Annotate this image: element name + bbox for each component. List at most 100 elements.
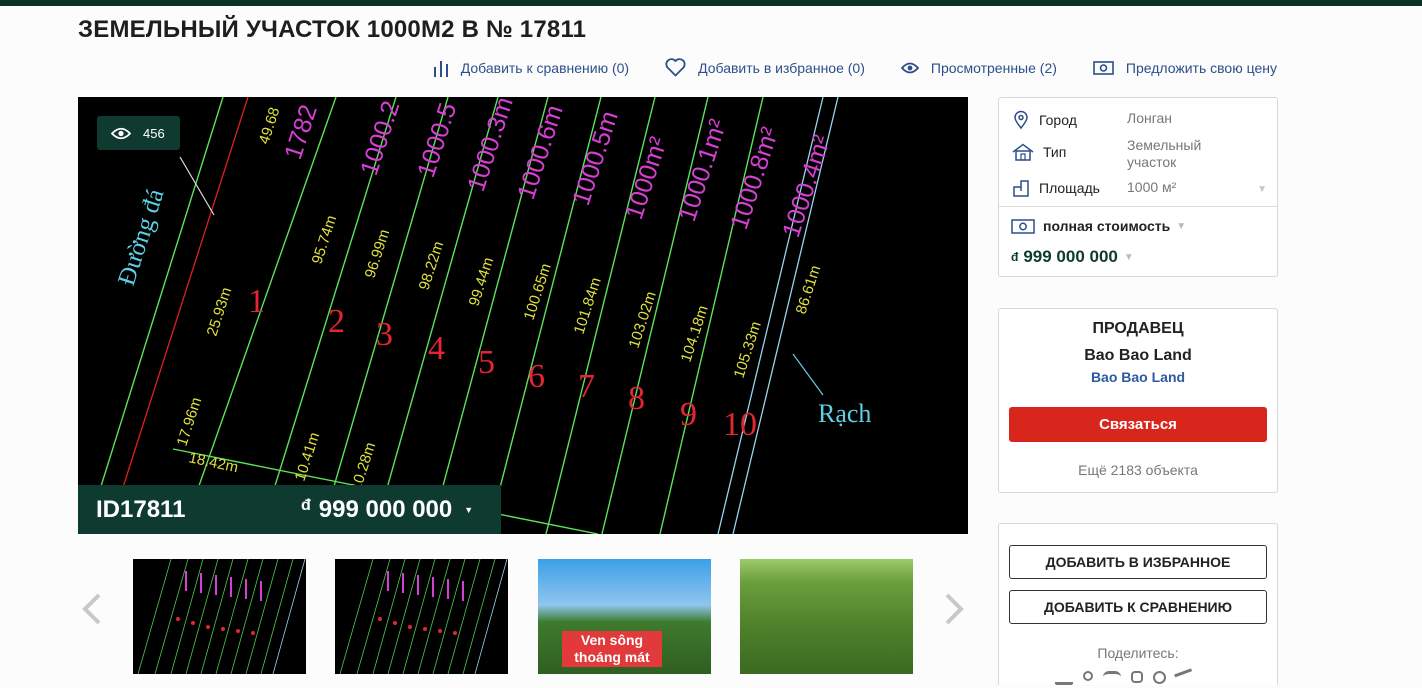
thumbnail-4[interactable] — [740, 559, 913, 674]
eye-icon — [111, 127, 131, 139]
property-info-card: Город Лонган Тип Земельный участок Площа… — [998, 97, 1278, 277]
lot-number: 1 — [248, 283, 265, 320]
banknote-icon — [1011, 218, 1035, 234]
plot-area-label: 1000.2 — [355, 97, 405, 178]
house-icon — [1012, 143, 1034, 161]
add-favorite-button[interactable]: ДОБАВИТЬ В ИЗБРАННОЕ — [1009, 545, 1267, 579]
floorplan-icon — [1013, 180, 1029, 197]
viewed-link-label: Просмотренные (2) — [930, 59, 1057, 76]
price-value: 999 000 000 — [318, 495, 453, 523]
plot-area-label: 1000.4m² — [777, 132, 836, 241]
views-counter: 456 — [97, 116, 180, 150]
compare-link-label: Добавить к сравнению (0) — [460, 59, 630, 76]
plot-map-image: 49.68 95.74m 96.99m 98.22m 99.44m 100.65… — [85, 97, 871, 534]
seller-more-objects[interactable]: Ещё 2183 объекта — [999, 462, 1277, 478]
info-label: Город — [1039, 112, 1077, 128]
info-label: Площадь — [1039, 180, 1100, 196]
thumbnail-1[interactable] — [133, 559, 306, 674]
currency-symbol: đ — [1011, 250, 1019, 264]
twitter-icon[interactable] — [1103, 671, 1121, 685]
plot-area-label: 1000.5 — [412, 99, 462, 180]
vk-icon[interactable] — [1055, 671, 1073, 685]
plot-length-label: 101.84m — [571, 275, 605, 336]
lot-number: 8 — [628, 380, 645, 417]
lot-number: 9 — [680, 396, 697, 433]
thumbnail-caption: Ven sông thoáng mát — [562, 631, 662, 667]
plot-length-label: 96.99m — [362, 227, 394, 280]
lot-number: 2 — [328, 303, 345, 340]
price-currency-select[interactable]: đ 999 000 000 ▼ — [1011, 247, 1134, 267]
page-title: ЗЕМЕЛЬНЫЙ УЧАСТОК 1000М2 В № 17811 — [78, 16, 587, 43]
plot-dimension-label: 18.42m — [187, 449, 239, 476]
thumbnail-3[interactable]: Ven sông thoáng mát — [538, 559, 711, 674]
plot-length-label: 49.68 — [256, 105, 284, 146]
thumbnail-strip: Ven sông thoáng mát — [78, 559, 968, 685]
plot-length-label: 86.61m — [793, 263, 825, 316]
seller-card: ПРОДАВЕЦ Bao Bao Land Bao Bao Land Связа… — [998, 308, 1278, 493]
location-pin-icon — [1014, 110, 1028, 130]
eye-icon — [900, 62, 919, 73]
main-photo[interactable]: 49.68 95.74m 96.99m 98.22m 99.44m 100.65… — [78, 97, 968, 534]
banknote-icon — [1093, 60, 1114, 75]
info-value: 1000 м² — [1127, 179, 1177, 195]
plot-area-label: 1000.3m — [462, 97, 519, 195]
price-value: 999 000 000 — [1023, 247, 1118, 266]
contact-button[interactable]: Связаться — [1009, 407, 1267, 442]
plot-dimension-label: 25.93m — [204, 285, 236, 338]
plot-length-label: 103.02m — [626, 289, 660, 350]
plot-area-label: 1000.6m — [512, 102, 569, 203]
seller-heading: ПРОДАВЕЦ — [1092, 320, 1184, 337]
listing-actions: Добавить к сравнению (0) Добавить в избр… — [397, 58, 1277, 77]
favorite-link-label: Добавить в избранное (0) — [698, 59, 865, 76]
compare-link[interactable]: Добавить к сравнению (0) — [433, 58, 629, 77]
lot-number: 5 — [478, 344, 495, 381]
plot-area-label: 1000.8m² — [725, 124, 784, 233]
heart-icon — [665, 58, 686, 77]
id-price-bar: ID17811 đ 999 000 000 ▼ — [78, 485, 501, 534]
plot-length-label: 98.22m — [416, 239, 448, 292]
favorite-link[interactable]: Добавить в избранное (0) — [665, 58, 865, 77]
viber-icon[interactable] — [1131, 671, 1143, 683]
seller-link[interactable]: Bao Bao Land — [999, 369, 1277, 385]
info-row-city: Город Лонган — [1011, 110, 1237, 130]
add-compare-button[interactable]: ДОБАВИТЬ К СРАВНЕНИЮ — [1009, 590, 1267, 624]
bar-chart-icon — [433, 60, 448, 77]
price-type-label: полная стоимость — [1043, 218, 1171, 234]
divider — [999, 206, 1277, 207]
currency-symbol: đ — [301, 496, 311, 514]
actions-card: ДОБАВИТЬ В ИЗБРАННОЕ ДОБАВИТЬ К СРАВНЕНИ… — [998, 523, 1278, 688]
views-count: 456 — [143, 125, 165, 141]
caret-down-icon[interactable]: ▼ — [1257, 184, 1267, 195]
whatsapp-icon[interactable] — [1153, 671, 1166, 684]
offer-price-link[interactable]: Предложить свою цену — [1093, 58, 1277, 77]
canal-label: Rạch — [818, 399, 871, 428]
thumbnail-2[interactable] — [335, 559, 508, 674]
lot-number: 6 — [528, 358, 545, 395]
plot-area-label: 1000.1m² — [673, 116, 732, 225]
lot-number: 4 — [428, 330, 445, 367]
share-label: Поделитесь: — [1097, 645, 1179, 661]
lot-number: 3 — [376, 316, 393, 353]
viewed-link[interactable]: Просмотренные (2) — [900, 58, 1057, 77]
lot-number: 7 — [578, 368, 595, 405]
info-value: Лонган — [1127, 110, 1173, 126]
top-bar — [0, 0, 1422, 6]
lot-number: 10 — [723, 406, 757, 443]
caret-down-icon: ▼ — [1176, 220, 1187, 232]
chevron-left-icon[interactable] — [78, 589, 108, 629]
plot-map-thumbnail — [339, 559, 508, 674]
plot-length-label: 95.74m — [309, 213, 341, 266]
odnoklassniki-icon[interactable] — [1083, 671, 1093, 681]
plot-length-label: 105.33m — [731, 319, 765, 380]
price-type-select[interactable]: полная стоимость ▼ — [1011, 218, 1186, 234]
listing-price[interactable]: đ 999 000 000 ▼ — [301, 496, 473, 524]
share-icons — [1055, 668, 1196, 688]
plot-map-thumbnail — [137, 559, 306, 674]
info-value: Земельный участок — [1127, 137, 1202, 170]
offer-price-link-label: Предложить свою цену — [1125, 59, 1277, 76]
info-row-type: Тип Земельный участок — [1011, 137, 1237, 171]
chevron-right-icon[interactable] — [938, 589, 968, 629]
plot-area-label: 1000.5m — [567, 108, 624, 209]
plot-dimension-label: 17.96m — [174, 395, 206, 448]
road-label: Đường đá — [113, 186, 169, 289]
